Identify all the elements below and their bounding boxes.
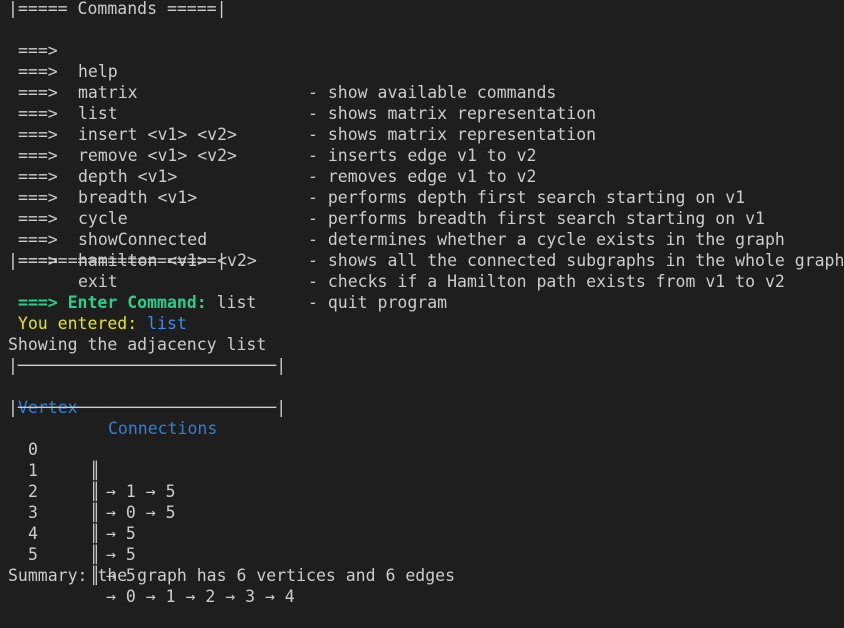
command-input[interactable]: list: [207, 293, 257, 312]
command-row-insert: ===> insert <v1> <v2> - inserts edge v1 …: [8, 82, 844, 165]
table-row: 4 ║ → 5: [8, 502, 844, 585]
table-header-border: |──────────────────────────|: [8, 398, 287, 417]
table-row: 1 ║ → 0 → 5: [8, 439, 844, 522]
command-row-showconnected: ===> showConnected - shows all the conne…: [8, 187, 844, 270]
command-prompt-line[interactable]: ===> Enter Command: list: [8, 292, 844, 313]
echo-value: list: [137, 314, 187, 333]
command-row-exit: ===> exit - quit program: [8, 229, 844, 312]
command-row-list: ===> list - shows matrix representation: [8, 61, 844, 144]
table-top-border: |──────────────────────────|: [8, 356, 287, 375]
command-row-breadth: ===> breadth <v1> - performs breadth fir…: [8, 145, 844, 228]
command-row-cycle: ===> cycle - determines whether a cycle …: [8, 166, 844, 249]
command-list: ===> help - show available commands ===>…: [8, 19, 844, 312]
commands-bottom-border: |====================|: [8, 251, 227, 270]
command-row-remove: ===> remove <v1> <v2> - removes edge v1 …: [8, 103, 844, 186]
table-row: 3 ║ → 5: [8, 481, 844, 564]
table-row: 5 ║ → 0 → 1 → 2 → 3 → 4: [8, 523, 844, 606]
echo-label: You entered:: [8, 314, 138, 333]
terminal-output: |===== Commands =====| ===> help - show …: [8, 0, 844, 606]
table-header: Vertex Connections: [8, 376, 844, 438]
adjacency-rows: 0 ║ → 1 → 5 1 ║ → 0 → 5 2 ║ → 5 3 ║ → 5 …: [8, 418, 844, 606]
table-row: 0 ║ → 1 → 5: [8, 418, 844, 501]
summary-line: Summary: the graph has 6 vertices and 6 …: [8, 566, 456, 585]
command-row-hamilton: ===> hamilton <v1> <v2> - checks if a Ha…: [8, 208, 844, 291]
table-row: 2 ║ → 5: [8, 460, 844, 543]
command-row-help: ===> help - show available commands: [8, 19, 844, 102]
echo-line: You entered: list: [8, 313, 844, 334]
command-prompt-label: ===> Enter Command:: [8, 293, 207, 312]
adjacency-title: Showing the adjacency list: [8, 335, 267, 354]
command-row-depth: ===> depth <v1> - performs depth first s…: [8, 124, 844, 207]
connections-cell: → 0 → 1 → 2 → 3 → 4: [106, 587, 295, 606]
commands-top-border: |===== Commands =====|: [8, 0, 227, 18]
command-row-matrix: ===> matrix - shows matrix representatio…: [8, 40, 844, 123]
